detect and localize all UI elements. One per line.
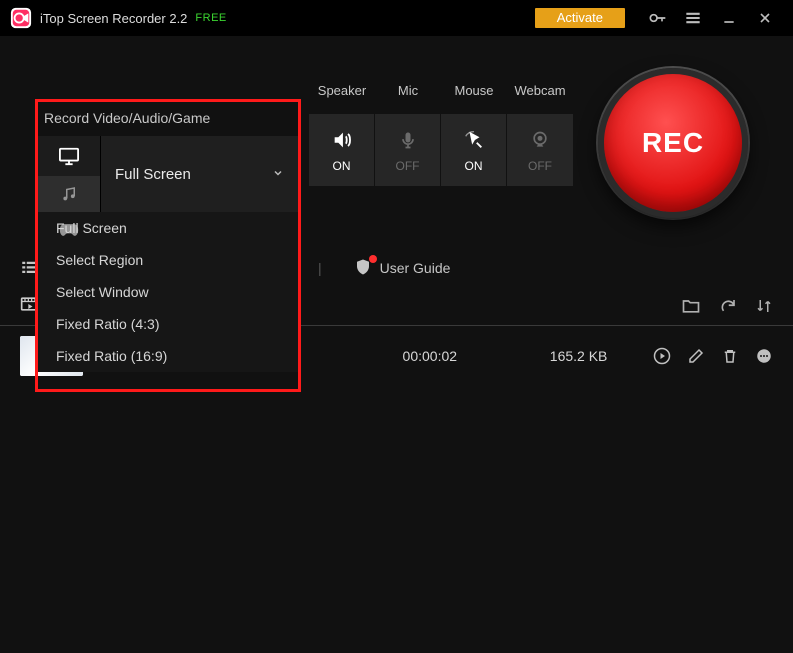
record-mode-heading: Record Video/Audio/Game (38, 102, 298, 136)
toggle-speaker-state: ON (333, 159, 351, 173)
toggle-webcam-label: Webcam (507, 76, 573, 104)
toggle-mic-label: Mic (375, 76, 441, 104)
capture-mode-select[interactable]: Full Screen (101, 136, 298, 212)
dropdown-option[interactable]: Select Region (38, 244, 298, 276)
toggle-speaker[interactable]: Speaker ON (309, 76, 375, 186)
toggle-group: Speaker ON Mic OFF Mouse ON (309, 76, 573, 186)
play-button[interactable] (653, 347, 671, 365)
activate-button[interactable]: Activate (535, 8, 625, 28)
menu-icon[interactable] (681, 6, 705, 30)
dropdown-option[interactable]: Fixed Ratio (16:9) (38, 340, 298, 372)
shield-icon (354, 258, 372, 279)
chevron-down-icon (272, 166, 284, 183)
toggle-webcam[interactable]: Webcam OFF (507, 76, 573, 186)
toggle-mic-state: OFF (396, 159, 420, 173)
close-icon[interactable] (753, 6, 777, 30)
refresh-button[interactable] (719, 297, 737, 315)
edit-button[interactable] (687, 347, 705, 365)
sort-button[interactable] (755, 297, 773, 315)
toggle-webcam-state: OFF (528, 159, 552, 173)
free-badge: FREE (195, 12, 226, 24)
monitor-icon (58, 146, 80, 166)
file-actions (653, 347, 773, 365)
mouse-click-icon (463, 127, 485, 153)
mode-tab-audio[interactable] (38, 176, 100, 212)
file-size: 165.2 KB (504, 348, 653, 364)
mode-tab-screen[interactable] (38, 136, 100, 176)
speaker-icon (331, 127, 353, 153)
toggle-speaker-label: Speaker (309, 76, 375, 104)
music-note-icon (58, 184, 80, 204)
toggle-mic[interactable]: Mic OFF (375, 76, 441, 186)
webcam-icon (530, 127, 550, 153)
app-title: iTop Screen Recorder 2.2 (40, 11, 187, 26)
capture-mode-value: Full Screen (115, 166, 191, 183)
dropdown-option[interactable]: Fixed Ratio (4:3) (38, 308, 298, 340)
app-logo-icon (10, 7, 32, 29)
delete-button[interactable] (721, 347, 739, 365)
file-duration: 00:00:02 (355, 348, 504, 364)
title-bar: iTop Screen Recorder 2.2 FREE Activate (0, 0, 793, 36)
toggle-mouse[interactable]: Mouse ON (441, 76, 507, 186)
mic-icon (398, 127, 418, 153)
key-icon[interactable] (645, 6, 669, 30)
user-guide-label: User Guide (380, 260, 451, 276)
app-body: Speaker ON Mic OFF Mouse ON (0, 36, 793, 653)
minimize-icon[interactable] (717, 6, 741, 30)
toggle-mouse-label: Mouse (441, 76, 507, 104)
mode-row: Full Screen (38, 136, 298, 212)
record-button[interactable]: REC (598, 68, 748, 218)
toggle-mouse-state: ON (465, 159, 483, 173)
dropdown-option[interactable]: Select Window (38, 276, 298, 308)
notification-dot-icon (369, 255, 377, 263)
more-button[interactable] (755, 347, 773, 365)
user-guide-link[interactable]: User Guide (354, 258, 451, 279)
record-button-wrap: REC (573, 68, 773, 218)
record-mode-panel: Record Video/Audio/Game Full Screen Full… (35, 99, 301, 392)
open-folder-button[interactable] (681, 296, 701, 316)
divider: | (318, 260, 322, 276)
mode-tabs (38, 136, 101, 212)
